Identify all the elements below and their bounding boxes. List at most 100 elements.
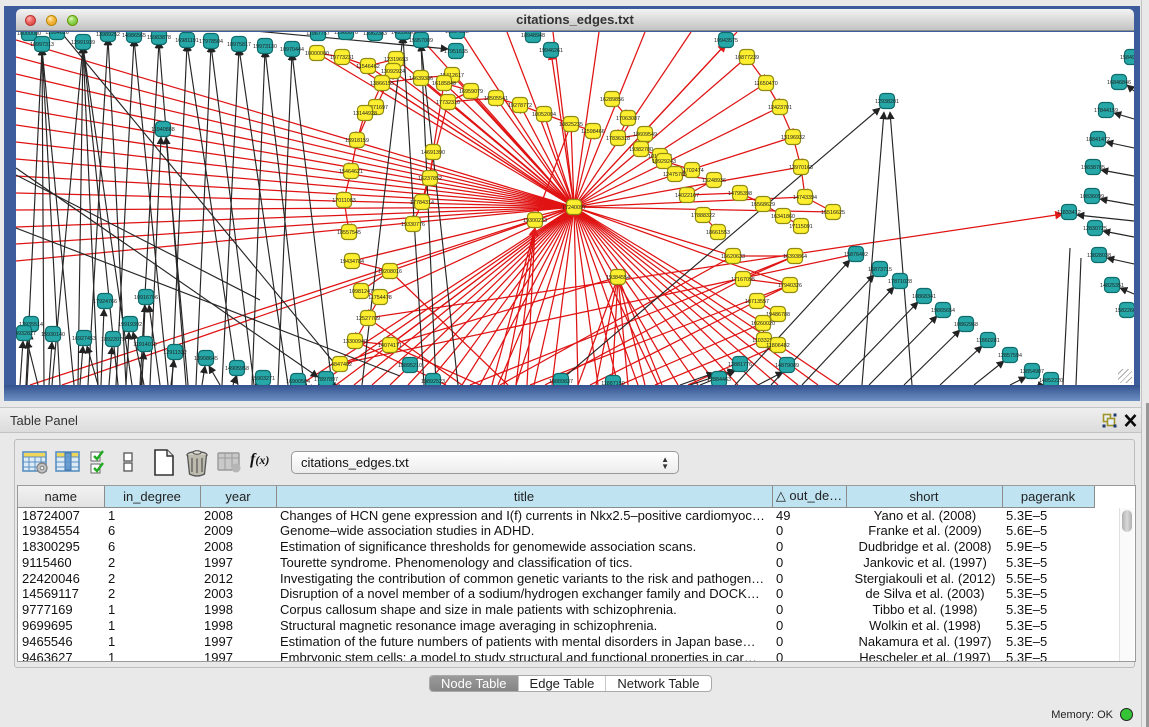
svg-text:18948948: 18948948 [521, 33, 545, 39]
svg-text:18922079: 18922079 [101, 337, 125, 343]
svg-text:10970444: 10970444 [280, 47, 304, 53]
svg-text:12965070: 12965070 [334, 32, 358, 36]
svg-text:12884463: 12884463 [707, 377, 731, 383]
svg-text:11860281: 11860281 [976, 338, 1000, 344]
svg-text:16289856: 16289856 [600, 97, 624, 103]
svg-text:18868341: 18868341 [912, 294, 936, 300]
svg-text:16846846: 16846846 [1107, 80, 1131, 86]
svg-text:16900584: 16900584 [286, 379, 310, 385]
svg-text:14932827: 14932827 [16, 331, 36, 337]
svg-text:12830725: 12830725 [1083, 226, 1107, 232]
svg-text:11940888: 11940888 [151, 127, 175, 133]
svg-text:13092924: 13092924 [381, 69, 405, 75]
svg-text:15620633: 15620633 [721, 254, 745, 260]
svg-text:14022167: 14022167 [675, 193, 699, 199]
svg-text:13989252: 13989252 [96, 32, 120, 38]
svg-text:17732310: 17732310 [436, 100, 460, 106]
svg-text:14074171: 14074171 [378, 343, 402, 349]
svg-text:16237852: 16237852 [418, 176, 442, 182]
svg-text:13854907: 13854907 [1020, 369, 1044, 375]
svg-text:14691390: 14691390 [421, 150, 445, 156]
svg-text:15876402: 15876402 [844, 252, 868, 258]
svg-text:10916706: 10916706 [134, 295, 158, 301]
svg-text:17924766: 17924766 [93, 299, 117, 305]
svg-text:14847402: 14847402 [328, 362, 352, 368]
svg-text:17940326: 17940326 [778, 283, 802, 289]
svg-text:19973130: 19973130 [253, 44, 277, 50]
svg-text:16185848: 16185848 [432, 81, 456, 87]
svg-text:15568629: 15568629 [751, 202, 775, 208]
svg-text:15822664: 15822664 [1115, 308, 1134, 314]
svg-text:19384554: 19384554 [606, 275, 630, 281]
svg-text:17888322: 17888322 [691, 213, 715, 219]
svg-text:13866155: 13866155 [370, 81, 394, 87]
svg-text:10997313: 10997313 [30, 42, 54, 48]
svg-text:19892523: 19892523 [421, 379, 445, 385]
svg-text:19382780: 19382780 [629, 147, 653, 153]
svg-text:14795398: 14795398 [728, 191, 752, 197]
svg-text:18505541: 18505541 [484, 96, 508, 102]
svg-text:10260020: 10260020 [751, 321, 775, 327]
svg-text:16959079: 16959079 [459, 89, 483, 95]
svg-text:13828038: 13828038 [1087, 253, 1111, 259]
svg-text:14905958: 14905958 [225, 366, 249, 372]
svg-text:11650470: 11650470 [754, 81, 778, 87]
svg-text:17836318: 17836318 [606, 136, 630, 142]
svg-text:14825351: 14825351 [1100, 283, 1124, 289]
svg-text:11833412: 11833412 [1057, 210, 1081, 216]
svg-text:14986565: 14986565 [122, 33, 146, 39]
svg-text:17978504: 17978504 [199, 39, 223, 45]
svg-text:12938201: 12938201 [875, 99, 899, 105]
svg-text:16341860: 16341860 [771, 214, 795, 220]
svg-text:15903271: 15903271 [251, 376, 275, 382]
svg-text:14959696: 14959696 [391, 32, 415, 36]
svg-text:10773231: 10773231 [330, 55, 354, 61]
svg-text:11914019: 11914019 [133, 342, 157, 348]
svg-text:17897897: 17897897 [314, 377, 338, 383]
svg-text:17784314: 17784314 [410, 200, 434, 206]
svg-text:18661553: 18661553 [706, 230, 730, 236]
svg-text:17167095: 17167095 [731, 277, 755, 283]
svg-text:12857594: 12857594 [998, 353, 1022, 359]
svg-text:15516625: 15516625 [821, 210, 845, 216]
svg-text:12911332: 12911332 [163, 350, 187, 356]
svg-text:19919392: 19919392 [118, 322, 142, 328]
svg-text:11994626: 11994626 [45, 32, 69, 36]
svg-text:15464621: 15464621 [339, 169, 363, 175]
svg-text:18713557: 18713557 [745, 299, 769, 305]
svg-text:12423701: 12423701 [768, 105, 792, 111]
svg-text:14639386: 14639386 [409, 76, 433, 82]
svg-text:19278772: 19278772 [508, 103, 532, 109]
svg-text:17063087: 17063087 [616, 116, 640, 122]
svg-text:10000000: 10000000 [305, 51, 329, 57]
svg-text:14852220: 14852220 [1039, 378, 1063, 384]
svg-text:13881776: 13881776 [728, 362, 752, 368]
svg-text:11887150: 11887150 [601, 381, 625, 385]
svg-text:13300940: 13300940 [343, 339, 367, 345]
svg-text:13248936: 13248936 [702, 178, 726, 184]
svg-text:12475705: 12475705 [663, 172, 687, 178]
svg-text:17011083: 17011083 [332, 198, 356, 204]
svg-text:18609549: 18609549 [633, 132, 657, 138]
svg-text:16927453: 16927453 [72, 336, 96, 342]
svg-text:13918159: 13918159 [345, 138, 369, 144]
svg-text:11967757: 11967757 [306, 32, 330, 37]
svg-text:19434784: 19434784 [340, 259, 364, 265]
svg-text:11806482: 11806482 [766, 343, 790, 349]
svg-text:16873715: 16873715 [868, 267, 892, 273]
svg-text:15957009: 15957009 [409, 38, 433, 44]
svg-text:15849533: 15849533 [1120, 55, 1134, 61]
svg-text:14743394: 14743394 [793, 195, 817, 201]
svg-text:16981191: 16981191 [175, 38, 199, 44]
svg-text:12991939: 12991939 [71, 40, 95, 46]
svg-text:15983878: 15983878 [147, 35, 171, 41]
svg-text:18895210: 18895210 [398, 363, 422, 369]
svg-text:17871028: 17871028 [888, 279, 912, 285]
svg-text:17844159: 17844159 [1094, 108, 1118, 114]
svg-text:10052004: 10052004 [532, 112, 556, 118]
svg-text:19300233: 19300233 [523, 218, 547, 224]
svg-text:10877239: 10877239 [735, 55, 759, 61]
svg-text:13962383: 13962383 [363, 32, 387, 37]
svg-text:18975817: 18975817 [227, 42, 251, 48]
svg-text:19946261: 19946261 [539, 48, 563, 54]
